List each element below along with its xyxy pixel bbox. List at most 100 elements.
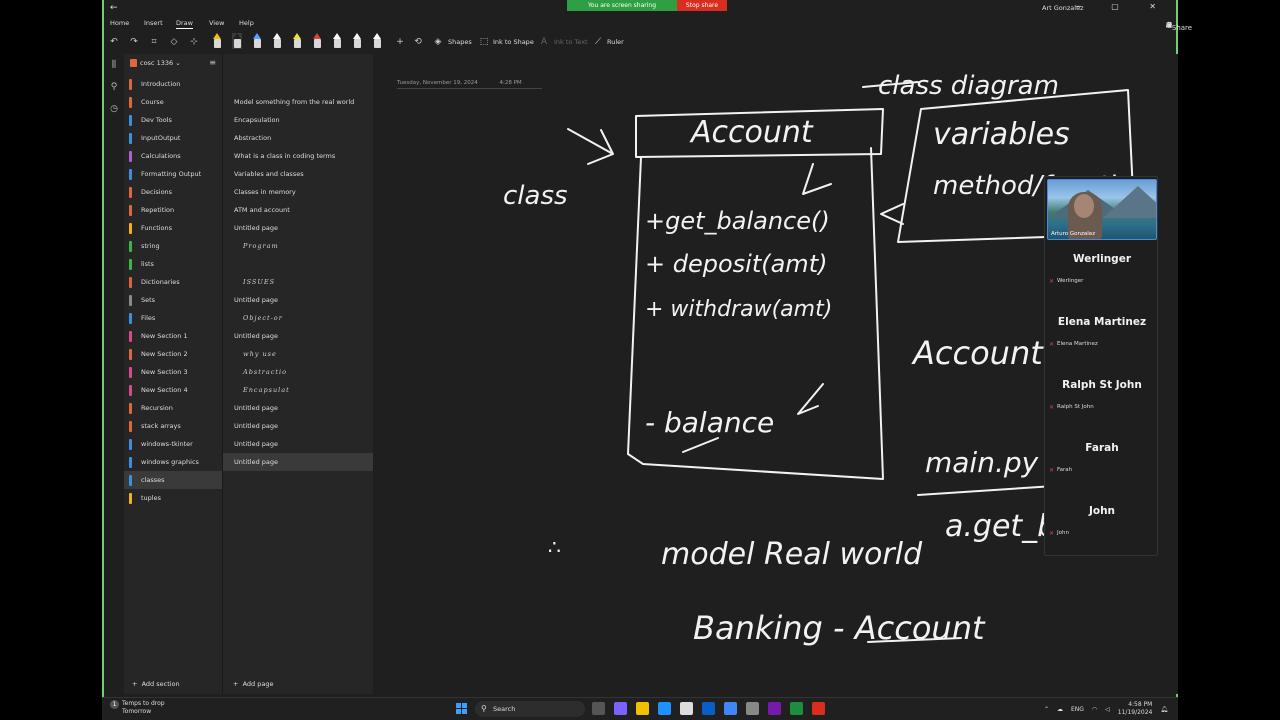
page-item[interactable]: What is a class in coding terms xyxy=(223,147,374,165)
search-icon[interactable]: ⚲ xyxy=(104,76,124,98)
tab-insert[interactable]: Insert xyxy=(144,19,163,27)
page-item[interactable]: Encapsulat xyxy=(223,381,374,399)
pen-tool[interactable] xyxy=(292,33,302,49)
edge-icon[interactable] xyxy=(658,702,671,715)
section-item[interactable]: Sets xyxy=(124,291,222,309)
sort-icon[interactable]: ≡ xyxy=(209,58,216,67)
section-item[interactable]: InputOutput xyxy=(124,129,222,147)
start-button[interactable] xyxy=(456,703,468,715)
section-item[interactable]: Files xyxy=(124,309,222,327)
stop-share-button[interactable]: Stop share xyxy=(677,0,727,11)
section-item[interactable]: Calculations xyxy=(124,147,222,165)
eraser-icon[interactable]: ◇ xyxy=(168,35,180,49)
page-item[interactable]: why use xyxy=(223,345,374,363)
onenote-icon[interactable] xyxy=(768,702,781,715)
wifi-icon[interactable]: ◠ xyxy=(1092,706,1097,713)
tray-chevron-icon[interactable]: ⌃ xyxy=(1044,706,1049,713)
page-item[interactable]: Untitled page xyxy=(223,417,374,435)
section-item[interactable]: tuples xyxy=(124,489,222,507)
settings-icon[interactable] xyxy=(746,702,759,715)
pen-tool[interactable] xyxy=(352,33,362,49)
pen-tool[interactable] xyxy=(212,33,222,49)
page-item[interactable]: Program xyxy=(223,237,374,255)
shapes-icon[interactable]: ◈ xyxy=(432,35,444,49)
file-explorer-icon[interactable] xyxy=(636,702,649,715)
notification-icon[interactable]: 🔔︎ xyxy=(1160,706,1168,713)
section-item[interactable]: Course xyxy=(124,93,222,111)
presenter-video[interactable]: Arturo Gonzalez xyxy=(1047,179,1157,240)
page-item[interactable]: ISSUES xyxy=(223,273,374,291)
pen-tool[interactable] xyxy=(232,33,242,49)
outlook-icon[interactable] xyxy=(702,702,715,715)
volume-icon[interactable]: ◁ xyxy=(1105,706,1110,713)
section-item[interactable]: Introduction xyxy=(124,75,222,93)
ink-to-shape-button[interactable]: Ink to Shape xyxy=(493,38,534,46)
pen-tool[interactable] xyxy=(312,33,322,49)
pen-tool[interactable] xyxy=(332,33,342,49)
page-item[interactable]: Classes in memory xyxy=(223,183,374,201)
page-item[interactable]: Untitled page xyxy=(223,327,374,345)
page-item[interactable]: Untitled page xyxy=(223,399,374,417)
onedrive-icon[interactable]: ☁ xyxy=(1057,706,1063,713)
lang-indicator[interactable]: ENG xyxy=(1071,706,1084,713)
section-item[interactable]: Formatting Output xyxy=(124,165,222,183)
section-item[interactable]: New Section 2 xyxy=(124,345,222,363)
section-item[interactable]: Repetition xyxy=(124,201,222,219)
participant-tile[interactable]: Farah ✕ Farah xyxy=(1045,432,1159,495)
weather-widget[interactable]: 1 Temps to drop Tomorrow xyxy=(110,700,165,716)
section-item[interactable]: New Section 3 xyxy=(124,363,222,381)
participant-tile[interactable]: Werlinger ✕ Werlinger xyxy=(1045,243,1159,306)
section-item[interactable]: Functions xyxy=(124,219,222,237)
page-item[interactable]: Abstraction xyxy=(223,129,374,147)
section-item[interactable]: Dev Tools xyxy=(124,111,222,129)
participant-tile[interactable]: John ✕ John xyxy=(1045,495,1159,558)
add-page-button[interactable]: + Add page xyxy=(233,680,273,688)
pen-tool[interactable] xyxy=(272,33,282,49)
clock[interactable]: 4:58 PM 11/19/2024 xyxy=(1118,701,1153,717)
recent-icon[interactable]: ◷ xyxy=(104,98,124,120)
ink-replay-icon[interactable]: ⟲ xyxy=(412,35,424,49)
pen-tool[interactable] xyxy=(372,33,382,49)
window-controls[interactable]: ─ ▢ ✕ xyxy=(1076,2,1170,11)
shapes-button[interactable]: Shapes xyxy=(448,38,472,46)
page-item[interactable]: Untitled page xyxy=(223,435,374,453)
page-item[interactable]: ATM and account xyxy=(223,201,374,219)
page-item[interactable]: Variables and classes xyxy=(223,165,374,183)
participant-tile[interactable]: Ralph St John ✕ Ralph St John xyxy=(1045,369,1159,432)
section-item[interactable]: string xyxy=(124,237,222,255)
taskbar-search[interactable]: ⚲ Search xyxy=(475,701,585,717)
section-item[interactable]: Recursion xyxy=(124,399,222,417)
page-item[interactable]: Untitled page xyxy=(223,291,374,309)
store-icon[interactable] xyxy=(680,702,693,715)
tab-home[interactable]: Home xyxy=(110,19,129,27)
page-item[interactable]: Abstractio xyxy=(223,363,374,381)
section-item[interactable]: lists xyxy=(124,255,222,273)
section-item[interactable]: classes xyxy=(124,471,222,489)
ruler-icon[interactable]: ⟋ xyxy=(592,35,604,49)
participant-tile[interactable]: Elena Martinez ✕ Elena Martinez xyxy=(1045,306,1159,369)
undo-icon[interactable]: ↶ xyxy=(108,35,120,49)
tab-draw[interactable]: Draw xyxy=(176,19,193,29)
section-item[interactable]: New Section 4 xyxy=(124,381,222,399)
page-item[interactable]: Untitled page xyxy=(223,219,374,237)
add-pen-icon[interactable]: + xyxy=(394,35,406,49)
section-item[interactable]: stack arrays xyxy=(124,417,222,435)
more-icon[interactable]: ⋯ xyxy=(1166,21,1173,29)
task-view-icon[interactable] xyxy=(592,702,605,715)
lasso-select-icon[interactable]: ⌗ xyxy=(148,35,160,49)
page-item[interactable]: Untitled page xyxy=(223,453,374,471)
page-item[interactable]: Object-or xyxy=(223,309,374,327)
section-item[interactable]: New Section 1 xyxy=(124,327,222,345)
tab-view[interactable]: View xyxy=(209,19,224,27)
page-item[interactable] xyxy=(223,255,374,273)
tab-help[interactable]: Help xyxy=(239,19,254,27)
add-space-icon[interactable]: ⊹ xyxy=(188,35,200,49)
ink-to-shape-icon[interactable]: ⬚ xyxy=(478,35,490,49)
section-item[interactable]: Decisions xyxy=(124,183,222,201)
ruler-button[interactable]: Ruler xyxy=(607,38,624,46)
page-item[interactable]: Model something from the real world xyxy=(223,93,374,111)
section-item[interactable]: windows-tkinter xyxy=(124,435,222,453)
notebooks-icon[interactable]: ⫼ xyxy=(104,54,124,76)
excel-icon[interactable] xyxy=(790,702,803,715)
section-item[interactable]: Dictionaries xyxy=(124,273,222,291)
